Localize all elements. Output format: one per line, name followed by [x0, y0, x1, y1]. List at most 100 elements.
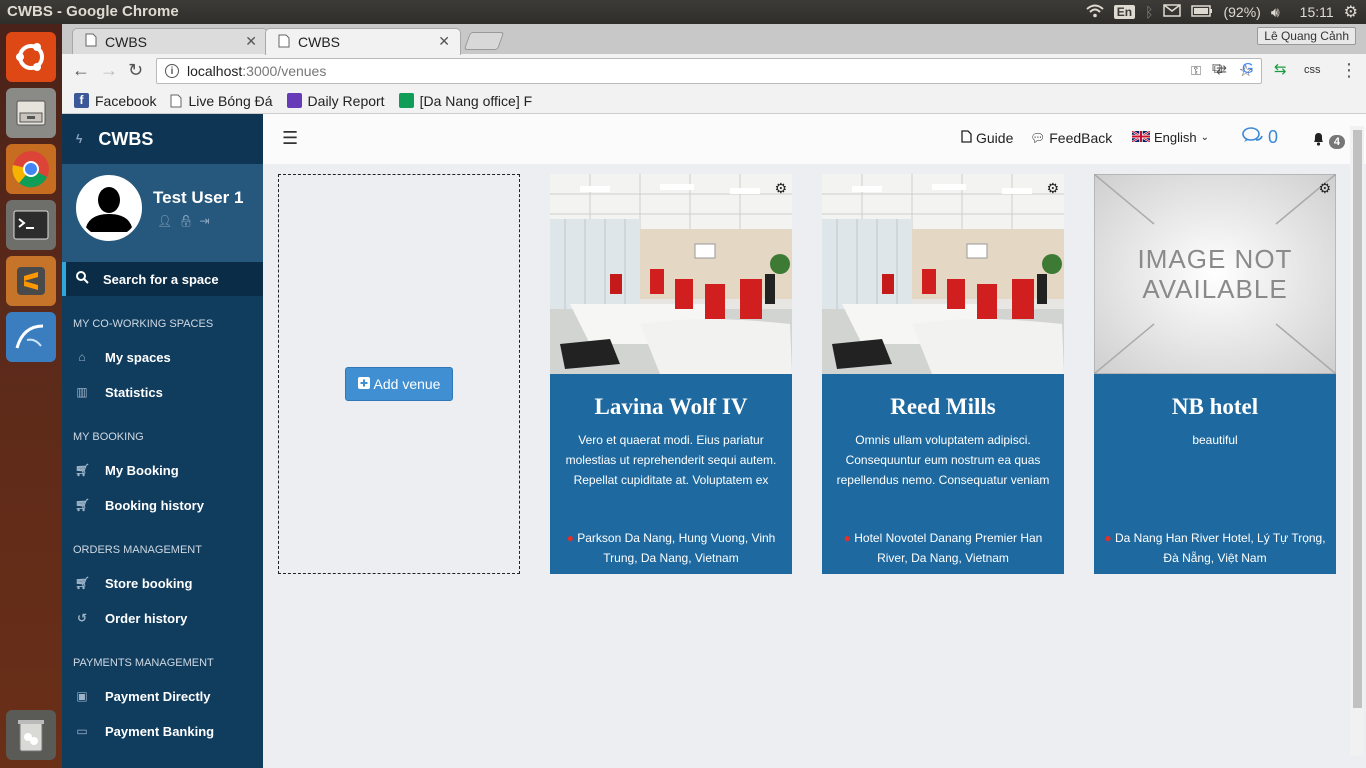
user-actions: 👤︎🔓︎⇥	[157, 214, 216, 228]
messages-button[interactable]: 0	[1242, 127, 1278, 148]
notifications-count-badge: 4	[1328, 134, 1345, 149]
sheets-icon	[398, 93, 414, 108]
avatar[interactable]	[76, 175, 142, 241]
gear-icon[interactable]: ⚙	[1318, 180, 1331, 197]
venue-image-placeholder[interactable]: IMAGE NOT AVAILABLE ⚙	[1094, 174, 1336, 374]
venue-address: ● Da Nang Han River Hotel, Lý Tự Trọng, …	[1102, 528, 1328, 568]
feedback-link[interactable]: 💬︎ FeedBack	[1030, 130, 1112, 146]
menu-toggle-icon[interactable]: ☰	[282, 128, 298, 149]
add-venue-button[interactable]: Add venue	[345, 367, 453, 401]
venue-image[interactable]: ⚙	[550, 174, 792, 374]
file-icon	[961, 130, 972, 146]
venue-name[interactable]: Reed Mills	[822, 394, 1064, 420]
settings-gear-icon[interactable]: ⚙	[1344, 2, 1358, 22]
venue-name[interactable]: Lavina Wolf IV	[550, 394, 792, 420]
ubuntu-dash-icon[interactable]	[6, 32, 56, 82]
css-extension-icon[interactable]: css	[1304, 64, 1321, 76]
brand[interactable]: ϟ CWBS	[62, 114, 263, 164]
sidebar-item-order-history[interactable]: ↺ Order history	[62, 601, 263, 635]
bookmark-daily-report[interactable]: Daily Report	[286, 93, 385, 109]
bluetooth-icon[interactable]: ᛒ	[1145, 4, 1153, 20]
feedback-label: FeedBack	[1049, 130, 1113, 146]
venue-card[interactable]: IMAGE NOT AVAILABLE ⚙ NB hotel beautiful…	[1094, 174, 1336, 574]
scrollbar-thumb[interactable]	[1353, 130, 1362, 708]
clock[interactable]: 15:11	[1300, 4, 1334, 20]
bookmark-facebook[interactable]: f Facebook	[74, 93, 156, 109]
language-dropdown[interactable]: English ⌄	[1131, 130, 1209, 145]
facebook-icon: f	[74, 93, 89, 108]
bookmark-live-bong-da[interactable]: Live Bóng Đá	[170, 93, 273, 109]
venue-address-text: Da Nang Han River Hotel, Lý Tự Trọng, Đà…	[1115, 531, 1326, 565]
reload-icon[interactable]: ↻	[128, 60, 143, 81]
chrome-menu-icon[interactable]: ⋮	[1340, 60, 1358, 81]
messages-count: 0	[1268, 127, 1279, 147]
files-icon[interactable]	[6, 88, 56, 138]
map-marker-icon: ●	[843, 531, 851, 545]
sidebar-item-booking-history[interactable]: 🛒︎ Booking history	[62, 488, 263, 522]
tab-title: CWBS	[105, 33, 147, 50]
browser-tab[interactable]: CWBS ✕	[72, 28, 268, 54]
back-arrow-icon[interactable]: ←	[72, 60, 90, 81]
sublime-text-icon[interactable]	[6, 256, 56, 306]
image-not-available-text: IMAGE NOT AVAILABLE	[1094, 244, 1336, 304]
google-translate-icon[interactable]: G	[1242, 60, 1254, 77]
bookmark-da-nang-office[interactable]: [Da Nang office] F	[398, 93, 532, 109]
venue-card[interactable]: ⚙ Lavina Wolf IV Vero et quaerat modi. E…	[550, 174, 792, 574]
placeholder-line: AVAILABLE	[1142, 274, 1288, 304]
sign-out-icon[interactable]: ⇥	[199, 214, 215, 228]
language-label: English	[1154, 130, 1197, 145]
notifications-button[interactable]: 4	[1312, 132, 1345, 151]
venue-description: beautiful	[1192, 433, 1238, 447]
placeholder-line: IMAGE NOT	[1137, 244, 1293, 274]
info-icon[interactable]: i	[165, 64, 179, 78]
mail-icon[interactable]	[1163, 4, 1182, 20]
browser-tab-active[interactable]: CWBS ✕	[265, 28, 461, 55]
page-icon	[170, 94, 182, 107]
section-title: PAYMENTS MANAGEMENT	[73, 657, 214, 669]
section-title: MY CO-WORKING SPACES	[73, 318, 214, 330]
bookmark-label: Facebook	[95, 92, 157, 109]
sidebar-item-search[interactable]: Search for a space	[62, 262, 263, 296]
sidebar-item-my-spaces[interactable]: ⌂ My spaces	[62, 340, 263, 374]
navigation-bar: ← → ↻ i localhost:3000/venues ⚿ ⇄ ☆ ⧉ G …	[62, 54, 1366, 88]
sidebar-item-statistics[interactable]: ▥ Statistics	[62, 375, 263, 409]
chrome-icon[interactable]	[6, 144, 56, 194]
close-tab-icon[interactable]: ✕	[438, 33, 450, 50]
extension-arrows-icon[interactable]: ⇆	[1274, 60, 1287, 78]
venue-image[interactable]: ⚙	[822, 174, 1064, 374]
extension-icon[interactable]: ⧉	[1212, 60, 1223, 77]
close-tab-icon[interactable]: ✕	[245, 33, 257, 50]
user-icon[interactable]: 👤︎	[157, 214, 178, 228]
brand-name: CWBS	[98, 128, 154, 149]
address-bar[interactable]: i localhost:3000/venues ⚿ ⇄ ☆	[156, 58, 1262, 84]
sidebar-item-payment-banking[interactable]: ▭ Payment Banking	[62, 714, 263, 748]
sidebar-item-label: My Booking	[105, 462, 179, 478]
battery-icon[interactable]	[1191, 4, 1213, 20]
trash-icon[interactable]	[6, 710, 56, 760]
new-tab-button[interactable]	[463, 32, 505, 50]
venue-description: Vero et quaerat modi. Eius pariatur mole…	[565, 433, 777, 487]
section-title: MY BOOKING	[73, 431, 144, 443]
venue-name[interactable]: NB hotel	[1094, 394, 1336, 420]
mysql-workbench-icon[interactable]	[6, 312, 56, 362]
keyboard-layout-indicator[interactable]: En	[1113, 5, 1136, 19]
sidebar-item-store-booking[interactable]: 🛒︎ Store booking	[62, 566, 263, 600]
gear-icon[interactable]: ⚙	[1046, 180, 1059, 197]
gear-icon[interactable]: ⚙	[774, 180, 787, 197]
venue-card[interactable]: ⚙ Reed Mills Omnis ullam voluptatem adip…	[822, 174, 1064, 574]
cart-icon: 🛒︎	[75, 498, 91, 512]
tab-strip: CWBS ✕ CWBS ✕ Lê Quang Cảnh	[62, 24, 1366, 55]
unlock-icon[interactable]: 🔓︎	[178, 214, 199, 228]
bolt-icon: ϟ	[76, 132, 83, 146]
forward-arrow-icon[interactable]: →	[100, 60, 118, 81]
volume-icon[interactable]: 🔊︎	[1271, 4, 1280, 21]
sidebar-item-my-booking[interactable]: 🛒︎ My Booking	[62, 453, 263, 487]
add-venue-card: Add venue	[278, 174, 520, 574]
system-tray: En ᛒ (92%) 🔊︎ 15:11 ⚙	[1086, 2, 1358, 22]
guide-link[interactable]: Guide	[961, 130, 1013, 146]
wifi-icon[interactable]	[1086, 4, 1104, 21]
profile-button[interactable]: Lê Quang Cảnh	[1257, 27, 1356, 45]
key-icon[interactable]: ⚿	[1191, 63, 1201, 79]
terminal-icon[interactable]	[6, 200, 56, 250]
sidebar-item-payment-directly[interactable]: ▣ Payment Directly	[62, 679, 263, 713]
